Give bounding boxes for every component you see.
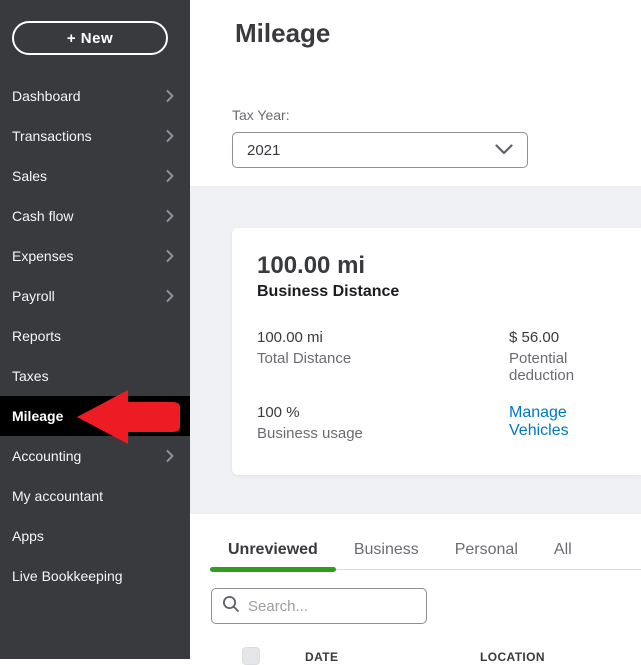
business-usage-stat: 100 % Business usage xyxy=(257,404,363,442)
column-header-date: DATE xyxy=(305,650,339,664)
business-distance-value: 100.00 mi xyxy=(257,252,366,279)
sidebar-item-transactions[interactable]: Transactions xyxy=(0,116,190,156)
total-distance-stat: 100.00 mi Total Distance xyxy=(257,329,352,367)
summary-section-background: 100.00 mi Business Distance 100.00 mi To… xyxy=(190,186,641,514)
mileage-tabs: Unreviewed Business Personal All xyxy=(210,540,641,572)
chevron-right-icon xyxy=(166,130,174,142)
manage-vehicles-link[interactable]: Manage Vehicles xyxy=(509,404,616,440)
main-content: Mileage Tax Year: 2021 100.00 mi Busines… xyxy=(190,0,641,665)
tab-business[interactable]: Business xyxy=(336,540,437,569)
new-button[interactable]: + New xyxy=(12,21,168,55)
potential-deduction-stat: $ 56.00 Potential deduction xyxy=(509,329,575,384)
tax-year-label: Tax Year: xyxy=(232,107,290,123)
mileage-summary-card: 100.00 mi Business Distance 100.00 mi To… xyxy=(232,228,641,475)
chevron-right-icon xyxy=(166,450,174,462)
tax-year-dropdown[interactable]: 2021 xyxy=(232,132,528,168)
page-title: Mileage xyxy=(235,18,331,48)
sidebar: + New Dashboard Transactions Sales Cash … xyxy=(0,0,190,659)
sidebar-item-apps[interactable]: Apps xyxy=(0,516,190,556)
search-box[interactable] xyxy=(211,588,427,624)
business-distance-label: Business Distance xyxy=(257,283,400,300)
tab-personal[interactable]: Personal xyxy=(437,540,536,569)
chevron-down-icon xyxy=(495,142,513,159)
tax-year-value: 2021 xyxy=(247,141,281,159)
sidebar-item-my-accountant[interactable]: My accountant xyxy=(0,476,190,516)
search-icon xyxy=(222,595,240,618)
select-all-checkbox[interactable] xyxy=(242,647,260,665)
chevron-right-icon xyxy=(166,210,174,222)
search-input[interactable] xyxy=(248,597,416,615)
column-header-location: LOCATION xyxy=(480,650,545,664)
sidebar-item-live-bookkeeping[interactable]: Live Bookkeeping xyxy=(0,556,190,596)
sidebar-nav: Dashboard Transactions Sales Cash flow E… xyxy=(0,76,190,596)
sidebar-item-dashboard[interactable]: Dashboard xyxy=(0,76,190,116)
chevron-right-icon xyxy=(166,90,174,102)
tab-all[interactable]: All xyxy=(536,540,590,569)
chevron-right-icon xyxy=(166,250,174,262)
sidebar-item-payroll[interactable]: Payroll xyxy=(0,276,190,316)
red-arrow-annotation xyxy=(77,390,180,444)
tab-unreviewed[interactable]: Unreviewed xyxy=(210,540,336,572)
chevron-right-icon xyxy=(166,290,174,302)
sidebar-item-expenses[interactable]: Expenses xyxy=(0,236,190,276)
sidebar-item-reports[interactable]: Reports xyxy=(0,316,190,356)
sidebar-item-sales[interactable]: Sales xyxy=(0,156,190,196)
sidebar-item-cash-flow[interactable]: Cash flow xyxy=(0,196,190,236)
chevron-right-icon xyxy=(166,170,174,182)
